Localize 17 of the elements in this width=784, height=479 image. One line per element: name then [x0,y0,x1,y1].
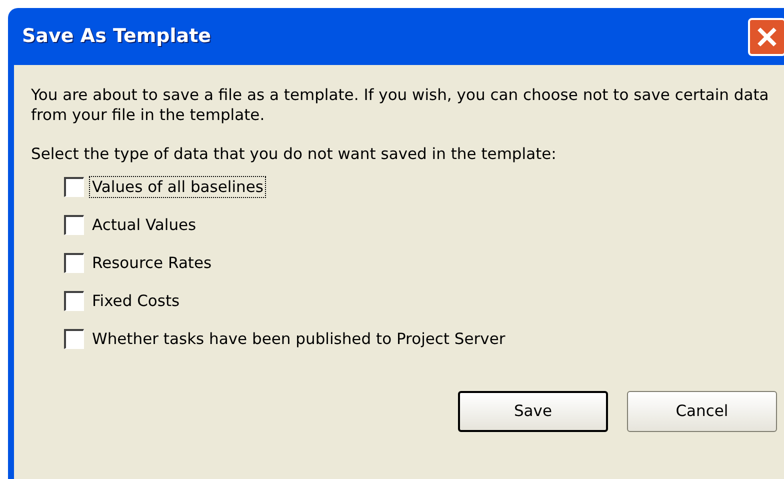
window-title: Save As Template [22,24,212,50]
dialog-button[interactable]: Save [458,391,608,432]
option-label[interactable]: Resource Rates [90,253,214,273]
checkbox[interactable] [64,177,84,197]
option-label[interactable]: Actual Values [90,215,198,235]
checkbox[interactable] [64,291,84,311]
option-label[interactable]: Values of all baselines [90,177,266,197]
prompt-text: Select the type of data that you do not want saved in the template: [31,144,558,164]
close-icon [756,26,778,48]
dialog-button[interactable]: Cancel [627,391,777,432]
option-label[interactable]: Fixed Costs [90,291,182,311]
intro-text: You are about to save a file as a template. If you wish, you can choose not to save certain data from your file in the template. [31,85,770,125]
close-button[interactable] [748,18,784,56]
option-label[interactable]: Whether tasks have been published to Project Server [90,329,508,349]
checkbox[interactable] [64,215,84,235]
checkbox[interactable] [64,253,84,273]
checkbox[interactable] [64,329,84,349]
